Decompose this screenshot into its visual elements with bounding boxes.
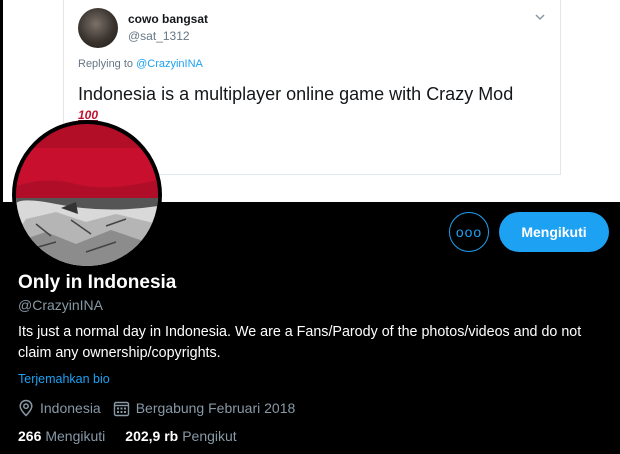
following-label: Mengikuti bbox=[45, 428, 106, 444]
profile-stats: 266 Mengikuti 202,9 rb Pengikut bbox=[18, 428, 257, 444]
calendar-icon bbox=[113, 401, 129, 416]
translate-bio-link[interactable]: Terjemahkan bio bbox=[18, 372, 110, 386]
location-text: Indonesia bbox=[40, 400, 101, 416]
tweet-text: Indonesia is a multiplayer online game w… bbox=[78, 84, 514, 104]
profile-bio: Its just a normal day in Indonesia. We a… bbox=[18, 324, 582, 361]
following-button[interactable]: Mengikuti bbox=[499, 212, 609, 252]
tweet-author-name: cowo bangsat bbox=[128, 12, 209, 26]
location-pin-icon bbox=[19, 399, 33, 417]
profile-avatar[interactable] bbox=[12, 120, 162, 270]
more-options-button[interactable]: ooo bbox=[449, 212, 489, 252]
followers-stat[interactable]: 202,9 rb Pengikut bbox=[125, 428, 236, 444]
chevron-down-icon bbox=[535, 14, 545, 21]
indonesia-flag-avatar-image bbox=[16, 124, 158, 266]
following-stat[interactable]: 266 Mengikuti bbox=[18, 428, 105, 444]
following-count: 266 bbox=[18, 428, 42, 444]
profile-screen-name: @CrazyinINA bbox=[18, 297, 104, 313]
followers-count: 202,9 rb bbox=[125, 428, 179, 444]
tweet-author-handle: @sat_1312 bbox=[128, 29, 190, 43]
followers-label: Pengikut bbox=[182, 428, 237, 444]
joined-text: Bergabung Februari 2018 bbox=[135, 400, 296, 416]
replying-prefix: Replying to bbox=[78, 58, 137, 70]
profile-display-name: Only in Indonesia bbox=[18, 272, 177, 293]
tweet-replying-to: Replying to @CrazyinINA bbox=[78, 58, 203, 70]
tweet-author-avatar bbox=[78, 8, 118, 48]
profile-meta: Indonesia Bergabung Februari 2018 bbox=[18, 398, 307, 418]
profile-location: Indonesia bbox=[18, 399, 101, 417]
profile-joined: Bergabung Februari 2018 bbox=[113, 400, 296, 417]
replying-mention: @CrazyinINA bbox=[136, 58, 203, 70]
